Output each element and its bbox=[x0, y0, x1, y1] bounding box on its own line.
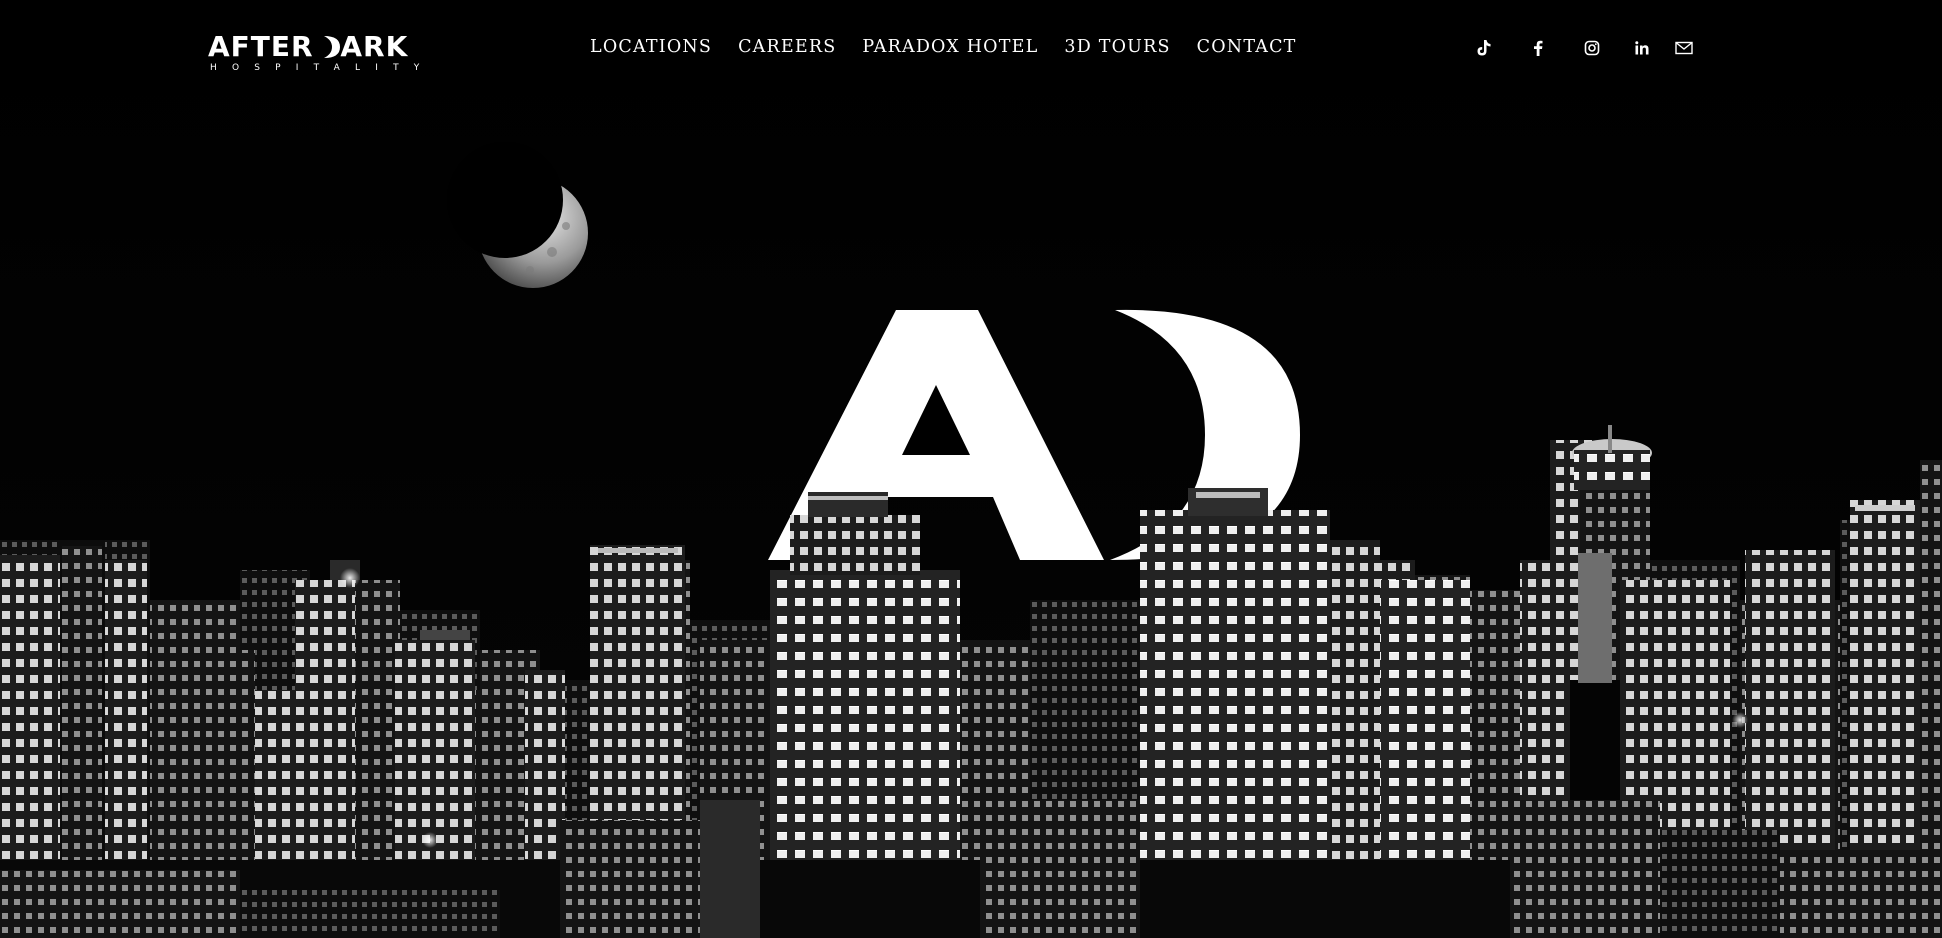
nav-paradox-hotel[interactable]: PARADOX HOTEL bbox=[862, 34, 1038, 60]
hero-background bbox=[0, 0, 1942, 938]
linkedin-icon[interactable] bbox=[1630, 36, 1654, 60]
nav-locations[interactable]: LOCATIONS bbox=[590, 34, 712, 60]
instagram-icon[interactable] bbox=[1580, 36, 1604, 60]
after-dark-logo[interactable]: AFTER ARK HOSPITALITY bbox=[208, 32, 464, 74]
logo-word-ark: ARK bbox=[340, 30, 409, 63]
nav-3d-tours[interactable]: 3D TOURS bbox=[1064, 34, 1170, 60]
tiktok-icon[interactable] bbox=[1472, 36, 1496, 60]
email-icon[interactable] bbox=[1672, 36, 1696, 60]
site-header: AFTER ARK HOSPITALITY LOCATIONS CAREERS … bbox=[0, 0, 1942, 96]
hero-section bbox=[0, 0, 1942, 938]
main-nav: LOCATIONS CAREERS PARADOX HOTEL 3D TOURS… bbox=[590, 34, 1297, 60]
nav-contact[interactable]: CONTACT bbox=[1197, 34, 1297, 60]
logo-word-after: AFTER bbox=[208, 30, 325, 63]
facebook-icon[interactable] bbox=[1526, 36, 1550, 60]
logo-moon-d-icon bbox=[324, 32, 341, 62]
social-links bbox=[1472, 36, 1693, 60]
nav-careers[interactable]: CAREERS bbox=[738, 34, 836, 60]
logo-subtitle: HOSPITALITY bbox=[210, 63, 435, 73]
logo-wordmark: AFTER ARK bbox=[208, 32, 408, 62]
